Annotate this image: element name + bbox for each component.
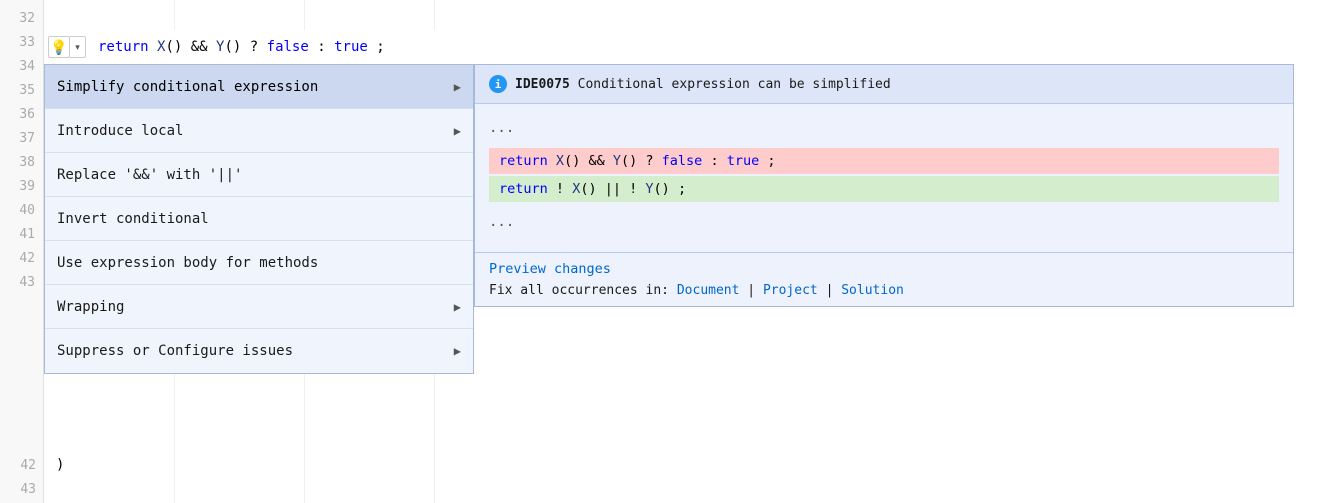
line-num-42: 42: [0, 246, 43, 270]
menu-item-introduce-local-label: Introduce local: [57, 123, 183, 139]
fix-all-prefix: Fix all occurrences in:: [489, 283, 669, 298]
info-icon-label: i: [495, 78, 502, 91]
line-num-38: 38: [0, 150, 43, 174]
lightbulb-button[interactable]: 💡: [48, 36, 70, 58]
line-row-42: 42 ): [0, 453, 64, 477]
code-line-33-content: return X() && Y() ? false : true ;: [98, 39, 385, 55]
menu-item-expression-body-label: Use expression body for methods: [57, 255, 318, 271]
removed-false: false: [662, 153, 703, 169]
menu-item-wrapping-label: Wrapping: [57, 299, 124, 315]
code-operator-and: &&: [191, 39, 216, 55]
code-colon: :: [317, 39, 334, 55]
line-num-32: 32: [0, 6, 43, 30]
code-true: true: [334, 39, 368, 55]
added-or: || !: [605, 181, 638, 197]
line-num-40: 40: [0, 198, 43, 222]
bulb-area: 💡 ▾: [48, 36, 86, 58]
removed-colon: :: [710, 153, 726, 169]
added-parens-y: (): [654, 181, 670, 197]
preview-changes-link[interactable]: Preview changes: [489, 261, 1279, 277]
menu-item-expression-body[interactable]: Use expression body for methods: [45, 241, 473, 285]
preview-body: ... return X() && Y() ? false : true ; r…: [475, 104, 1293, 246]
context-menu: Simplify conditional expression ▶ Introd…: [44, 64, 474, 374]
line-num-43-bottom: 43: [0, 482, 44, 497]
removed-keyword: return: [499, 153, 548, 169]
menu-item-replace-and[interactable]: Replace '&&' with '||': [45, 153, 473, 197]
line-num-34: 34: [0, 54, 43, 78]
menu-item-simplify-label: Simplify conditional expression: [57, 79, 318, 95]
menu-item-introduce-local[interactable]: Introduce local ▶: [45, 109, 473, 153]
submenu-arrow-suppress: ▶: [454, 344, 461, 358]
menu-item-invert-label: Invert conditional: [57, 211, 209, 227]
menu-item-replace-and-label: Replace '&&' with '||': [57, 167, 242, 183]
diagnostic-msg: Conditional expression can be simplified: [578, 77, 891, 92]
diagnostic-id: IDE0075: [515, 77, 570, 92]
code-parens: (): [165, 39, 182, 55]
removed-parens-x: (): [564, 153, 580, 169]
info-icon: i: [489, 75, 507, 93]
submenu-arrow-simplify: ▶: [454, 80, 461, 94]
removed-parens-y: (): [621, 153, 637, 169]
submenu-arrow-introduce: ▶: [454, 124, 461, 138]
submenu-arrow-wrapping: ▶: [454, 300, 461, 314]
removed-semi: ;: [767, 153, 775, 169]
bulb-icon: 💡: [50, 39, 67, 56]
code-diff: return X() && Y() ? false : true ; retur…: [489, 148, 1279, 202]
removed-true: true: [727, 153, 760, 169]
preview-footer: Preview changes Fix all occurrences in: …: [475, 252, 1293, 306]
bottom-lines: 42 ) 43: [0, 443, 1328, 503]
fix-solution-link[interactable]: Solution: [841, 283, 904, 298]
line-num-33: 33: [0, 30, 43, 54]
line-num-43: 43: [0, 270, 43, 294]
preview-title: IDE0075 Conditional expression can be si…: [515, 77, 891, 92]
added-y: Y: [645, 181, 653, 197]
preview-header: i IDE0075 Conditional expression can be …: [475, 65, 1293, 104]
ellipsis-bottom: ...: [489, 208, 1279, 236]
added-space: !: [556, 181, 564, 197]
line-num-39: 39: [0, 174, 43, 198]
menu-item-invert-conditional[interactable]: Invert conditional: [45, 197, 473, 241]
fix-all-line: Fix all occurrences in: Document | Proje…: [489, 283, 1279, 298]
menu-item-simplify[interactable]: Simplify conditional expression ▶: [45, 65, 473, 109]
added-keyword: return: [499, 181, 548, 197]
line-42-code: ): [44, 457, 64, 473]
menu-item-wrapping[interactable]: Wrapping ▶: [45, 285, 473, 329]
menu-item-suppress-label: Suppress or Configure issues: [57, 343, 293, 359]
fix-project-link[interactable]: Project: [763, 283, 818, 298]
line-num-42-bottom: 42: [0, 458, 44, 473]
keyword-return: return: [98, 39, 149, 55]
preview-panel: i IDE0075 Conditional expression can be …: [474, 64, 1294, 307]
dropdown-arrow-icon: ▾: [75, 42, 80, 53]
fix-sep-2: |: [826, 283, 842, 298]
added-parens-x: (): [580, 181, 596, 197]
diff-removed-line: return X() && Y() ? false : true ;: [489, 148, 1279, 174]
diff-added-line: return ! X() || ! Y() ;: [489, 176, 1279, 202]
removed-x: X: [556, 153, 564, 169]
bulb-dropdown-button[interactable]: ▾: [70, 36, 86, 58]
line-num-37: 37: [0, 126, 43, 150]
code-semicolon: ;: [376, 39, 384, 55]
line-42-paren: ): [56, 457, 64, 473]
code-ternary: ?: [250, 39, 267, 55]
line-num-35: 35: [0, 78, 43, 102]
code-false: false: [267, 39, 309, 55]
menu-item-suppress[interactable]: Suppress or Configure issues ▶: [45, 329, 473, 373]
fix-sep-1: |: [747, 283, 763, 298]
fix-document-link[interactable]: Document: [677, 283, 740, 298]
line-numbers-column: 32 33 34 35 36 37 38 39 40 41 42 43: [0, 0, 44, 503]
added-semi: ;: [678, 181, 686, 197]
ellipsis-top: ...: [489, 114, 1279, 142]
removed-and: &&: [588, 153, 612, 169]
code-line-33: 💡 ▾ return X() && Y() ? false : true ;: [44, 30, 1328, 64]
code-parens-y: (): [224, 39, 241, 55]
line-row-43: 43: [0, 477, 56, 501]
removed-ternary: ?: [645, 153, 661, 169]
line-num-36: 36: [0, 102, 43, 126]
removed-y: Y: [613, 153, 621, 169]
line-num-41: 41: [0, 222, 43, 246]
